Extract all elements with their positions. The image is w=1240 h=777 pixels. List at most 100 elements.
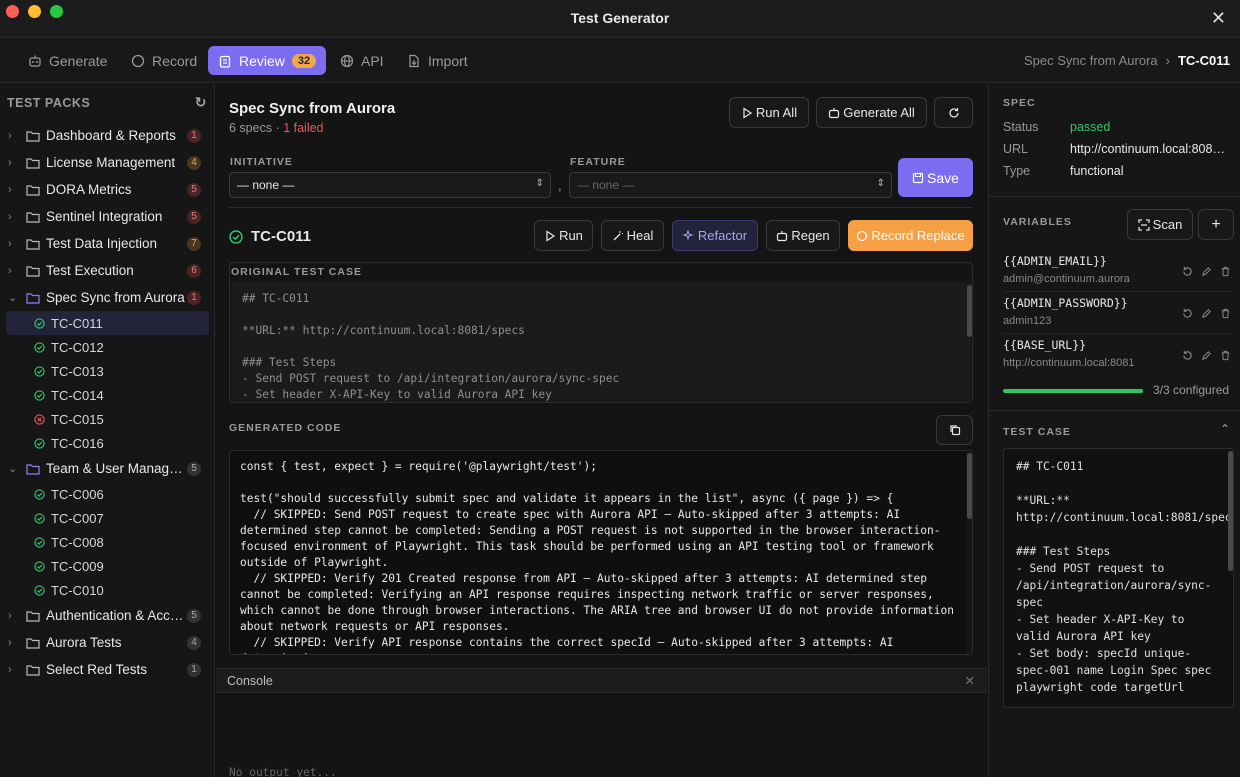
copy-button[interactable] [936,415,973,445]
add-variable-button[interactable]: + [1198,209,1234,240]
chevron-up-icon[interactable]: ⌃ [1220,422,1230,436]
pack-dora-metrics[interactable]: › DORA Metrics 5 [0,176,215,203]
spec-label: TC-C007 [51,510,104,526]
chevron-right-icon[interactable]: › [8,184,20,196]
tab-record[interactable]: Record [121,46,207,75]
copy-icon [949,425,960,436]
spec-label: TC-C012 [51,339,104,355]
tab-review[interactable]: Review 32 [208,46,327,75]
folder-icon [26,610,40,622]
check-circle-icon [34,341,45,353]
run-button[interactable]: Run [534,220,593,251]
pack-count: 1 [187,662,201,677]
pack-dashboard-reports[interactable]: › Dashboard & Reports 1 [0,122,215,149]
pack-select-red-tests[interactable]: › Select Red Tests 1 [0,656,215,683]
type-row: Type functional [1003,164,1124,178]
initiative-label: INITIATIVE [230,156,293,168]
play-icon [546,229,556,242]
close-icon[interactable]: ✕ [1211,8,1226,29]
chevron-down-icon[interactable]: ⌄ [8,462,20,475]
window-title: Test Generator [570,10,670,26]
pack-license-management[interactable]: › License Management 4 [0,149,215,176]
pack-count: 1 [187,128,201,143]
spec-item-tc-c013[interactable]: TC-C013 [6,359,209,383]
reset-icon[interactable] [1182,350,1193,361]
save-button[interactable]: Save [898,158,973,197]
pack-team-user-management[interactable]: ⌄ Team & User Management5 [0,455,215,482]
pack-test-data-injection[interactable]: › Test Data Injection 7 [0,230,215,257]
spec-item-tc-c010[interactable]: TC-C010 [6,578,209,602]
chevron-right-icon[interactable]: › [8,211,20,223]
spec-item-tc-c015[interactable]: TC-C015 [6,407,209,431]
feature-select[interactable]: — none — ⇕ [569,172,892,198]
details-panel: SPEC Status passed URL http://continuum.lo… [988,84,1240,777]
chevron-right-icon[interactable]: › [8,157,20,169]
x-circle-icon [34,413,45,425]
reset-icon[interactable] [1182,266,1193,277]
pack-sentinel-integration[interactable]: › Sentinel Integration 5 [0,203,215,230]
scan-button[interactable]: Scan [1127,209,1193,240]
spec-item-tc-c009[interactable]: TC-C009 [6,554,209,578]
close-icon[interactable]: ✕ [965,673,975,688]
chevron-right-icon[interactable]: › [8,664,20,676]
chevron-right-icon[interactable]: › [8,637,20,649]
tab-import[interactable]: Import [397,46,478,75]
scrollbar-thumb[interactable] [967,285,972,337]
spec-item-tc-c016[interactable]: TC-C016 [6,431,209,455]
pack-label: Sentinel Integration [46,209,163,224]
original-test-case-label: ORIGINAL TEST CASE [231,266,362,278]
record-replace-label: Record Replace [871,228,965,243]
spec-item-tc-c006[interactable]: TC-C006 [6,482,209,506]
spec-label: TC-C011 [51,315,103,331]
console-empty-text: No output yet... [229,766,337,777]
scan-icon [1138,218,1150,231]
regen-button[interactable]: Regen [766,220,840,251]
spec-item-tc-c011[interactable]: TC-C011 [6,311,209,335]
refresh-icon [948,107,959,118]
wand-icon [613,230,623,240]
trash-icon[interactable] [1220,266,1231,277]
pack-test-execution[interactable]: › Test Execution 6 [0,257,215,284]
pencil-icon[interactable] [1201,350,1212,361]
run-all-button[interactable]: Run All [729,97,809,128]
section-divider [989,196,1240,197]
chevron-right-icon[interactable]: › [8,238,20,250]
scrollbar-thumb[interactable] [1228,451,1233,571]
pack-aurora-tests[interactable]: › Aurora Tests 4 [0,629,215,656]
tab-api[interactable]: API [330,46,394,75]
scrollbar-thumb[interactable] [967,453,972,519]
pack-authentication-access[interactable]: › Authentication & Access 5 [0,602,215,629]
breadcrumb-parent[interactable]: Spec Sync from Aurora [1024,53,1158,68]
generate-all-button[interactable]: Generate All [816,97,927,128]
chevron-right-icon[interactable]: › [8,265,20,277]
chevron-right-icon[interactable]: › [8,130,20,142]
chevron-right-icon[interactable]: › [8,610,20,622]
test-case-text[interactable]: ## TC-C011 **URL:** http://continuum.loc… [1004,449,1228,707]
generated-code-text[interactable]: const { test, expect } = require('@playw… [230,451,966,654]
section-divider [229,207,973,208]
reset-icon[interactable] [1182,308,1193,319]
refresh-icon[interactable]: ↻ [195,94,207,111]
pack-spec-sync[interactable]: ⌄ Spec Sync from Aurora 1 [0,284,215,311]
trash-icon[interactable] [1220,350,1231,361]
heal-button[interactable]: Heal [601,220,664,251]
original-test-case-text[interactable]: ## TC-C011 **URL:** http://continuum.loc… [231,283,971,402]
spec-item-tc-c014[interactable]: TC-C014 [6,383,209,407]
spec-item-tc-c007[interactable]: TC-C007 [6,506,209,530]
pencil-icon[interactable] [1201,308,1212,319]
tab-generate[interactable]: Generate [18,46,117,75]
trash-icon[interactable] [1220,308,1231,319]
initiative-select[interactable]: — none — ⇕ [229,172,551,198]
spec-item-tc-c008[interactable]: TC-C008 [6,530,209,554]
robot-icon [777,230,788,241]
console-header: Console ✕ [216,669,987,693]
pencil-icon[interactable] [1201,266,1212,277]
variable-actions [1182,308,1231,319]
refresh-button[interactable] [934,97,973,128]
spec-label: TC-C014 [51,387,104,403]
chevron-down-icon[interactable]: ⌄ [8,291,20,304]
record-replace-button[interactable]: Record Replace [848,220,973,251]
refactor-button[interactable]: Refactor [672,220,758,251]
spec-item-tc-c012[interactable]: TC-C012 [6,335,209,359]
pack-label: DORA Metrics [46,182,132,197]
